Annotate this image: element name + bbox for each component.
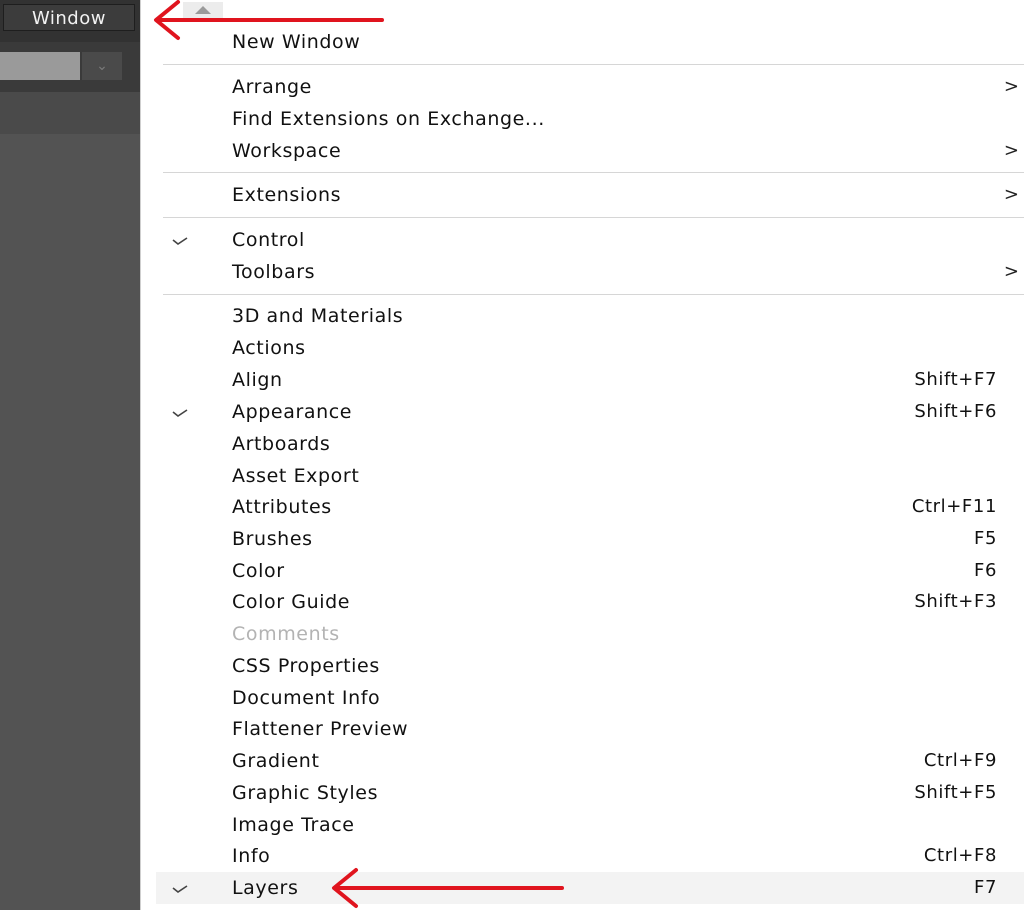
menu-item-label: Info bbox=[232, 845, 271, 867]
menu-item-label: Extensions bbox=[232, 184, 342, 206]
menu-bar: Window bbox=[0, 0, 140, 42]
menu-item-label: Flattener Preview bbox=[232, 718, 409, 740]
menu-item-label: Arrange bbox=[232, 76, 312, 98]
checkmark-icon bbox=[172, 237, 188, 245]
menu-item-label: Comments bbox=[232, 623, 340, 645]
annotation-arrow-window bbox=[154, 0, 384, 40]
app-background bbox=[0, 0, 140, 910]
menu-item-document-info[interactable]: Document Info bbox=[141, 682, 1024, 714]
menu-item-label: Layers bbox=[232, 877, 299, 899]
submenu-chevron-icon: > bbox=[1003, 76, 1019, 97]
menu-item-extensions[interactable]: Extensions > bbox=[141, 179, 1024, 211]
menu-item-comments: Comments bbox=[141, 618, 1024, 650]
menu-item-shortcut: Ctrl+F9 bbox=[923, 750, 997, 771]
menu-item-info[interactable]: Info Ctrl+F8 bbox=[141, 840, 1024, 872]
menu-item-label: CSS Properties bbox=[232, 655, 380, 677]
menu-item-shortcut: F7 bbox=[973, 877, 997, 898]
menu-item-label: Image Trace bbox=[232, 814, 355, 836]
menu-item-shortcut: Shift+F5 bbox=[914, 782, 997, 803]
menu-item-shortcut: Ctrl+F11 bbox=[911, 496, 997, 517]
menu-separator bbox=[163, 217, 1024, 218]
menu-separator bbox=[163, 294, 1024, 295]
menu-item-label: Toolbars bbox=[232, 261, 316, 283]
menu-item-label: Control bbox=[232, 229, 305, 251]
menu-item-arrange[interactable]: Arrange > bbox=[141, 71, 1024, 103]
menu-item-3d-and-materials[interactable]: 3D and Materials bbox=[141, 300, 1024, 332]
menu-separator bbox=[163, 172, 1024, 173]
menu-item-image-trace[interactable]: Image Trace bbox=[141, 809, 1024, 841]
menu-item-label: Workspace bbox=[232, 140, 342, 162]
menu-item-shortcut: F6 bbox=[973, 560, 997, 581]
screenshot-stage: Window ⌄ New Window Arrange > Find Extensio… bbox=[0, 0, 1024, 910]
menu-item-label: Document Info bbox=[232, 687, 381, 709]
annotation-arrow-layers bbox=[332, 868, 564, 908]
menu-item-graphic-styles[interactable]: Graphic Styles Shift+F5 bbox=[141, 777, 1024, 809]
menu-item-label: Actions bbox=[232, 337, 306, 359]
checkmark-icon bbox=[172, 409, 188, 417]
menu-item-brushes[interactable]: Brushes F5 bbox=[141, 523, 1024, 555]
menu-item-shortcut: Shift+F6 bbox=[914, 401, 997, 422]
menu-item-attributes[interactable]: Attributes Ctrl+F11 bbox=[141, 491, 1024, 523]
menu-item-flattener-preview[interactable]: Flattener Preview bbox=[141, 713, 1024, 745]
menu-item-appearance[interactable]: Appearance Shift+F6 bbox=[141, 396, 1024, 428]
submenu-chevron-icon: > bbox=[1003, 184, 1019, 205]
menu-item-shortcut: F5 bbox=[973, 528, 997, 549]
menu-item-label: Attributes bbox=[232, 496, 332, 518]
control-field[interactable] bbox=[0, 52, 80, 80]
menu-item-asset-export[interactable]: Asset Export bbox=[141, 460, 1024, 492]
menu-item-label: Appearance bbox=[232, 401, 353, 423]
menu-item-layers[interactable]: Layers F7 bbox=[156, 872, 1024, 904]
menu-item-label: Color Guide bbox=[232, 591, 351, 613]
menu-item-workspace[interactable]: Workspace > bbox=[141, 135, 1024, 167]
menu-item-color-guide[interactable]: Color Guide Shift+F3 bbox=[141, 586, 1024, 618]
menu-item-actions[interactable]: Actions bbox=[141, 332, 1024, 364]
menu-item-label: Align bbox=[232, 369, 283, 391]
submenu-chevron-icon: > bbox=[1003, 261, 1019, 282]
menu-item-label: Find Extensions on Exchange... bbox=[232, 108, 545, 130]
menu-item-label: Graphic Styles bbox=[232, 782, 379, 804]
menu-item-shortcut: Ctrl+F8 bbox=[923, 845, 997, 866]
chevron-down-icon[interactable]: ⌄ bbox=[82, 52, 122, 80]
submenu-chevron-icon: > bbox=[1003, 140, 1019, 161]
menu-item-shortcut: Shift+F7 bbox=[914, 369, 997, 390]
window-menu-dropdown: New Window Arrange > Find Extensions on Exc… bbox=[140, 0, 1024, 910]
tool-options-bar bbox=[0, 92, 140, 134]
menu-item-artboards[interactable]: Artboards bbox=[141, 428, 1024, 460]
menu-item-find-extensions-on-exchange[interactable]: Find Extensions on Exchange... bbox=[141, 103, 1024, 135]
menu-item-align[interactable]: Align Shift+F7 bbox=[141, 364, 1024, 396]
menu-separator bbox=[163, 64, 1024, 65]
menu-item-gradient[interactable]: Gradient Ctrl+F9 bbox=[141, 745, 1024, 777]
menu-item-label: Gradient bbox=[232, 750, 320, 772]
window-menu-button[interactable]: Window bbox=[3, 4, 135, 31]
menu-item-color[interactable]: Color F6 bbox=[141, 555, 1024, 587]
menu-item-css-properties[interactable]: CSS Properties bbox=[141, 650, 1024, 682]
menu-item-shortcut: Shift+F3 bbox=[914, 591, 997, 612]
checkmark-icon bbox=[172, 885, 188, 893]
menu-item-control[interactable]: Control bbox=[141, 224, 1024, 256]
menu-item-label: 3D and Materials bbox=[232, 305, 404, 327]
menu-item-label: Color bbox=[232, 560, 285, 582]
menu-item-label: Asset Export bbox=[232, 465, 360, 487]
menu-item-label: Artboards bbox=[232, 433, 331, 455]
menu-item-toolbars[interactable]: Toolbars > bbox=[141, 256, 1024, 288]
menu-item-label: Brushes bbox=[232, 528, 313, 550]
